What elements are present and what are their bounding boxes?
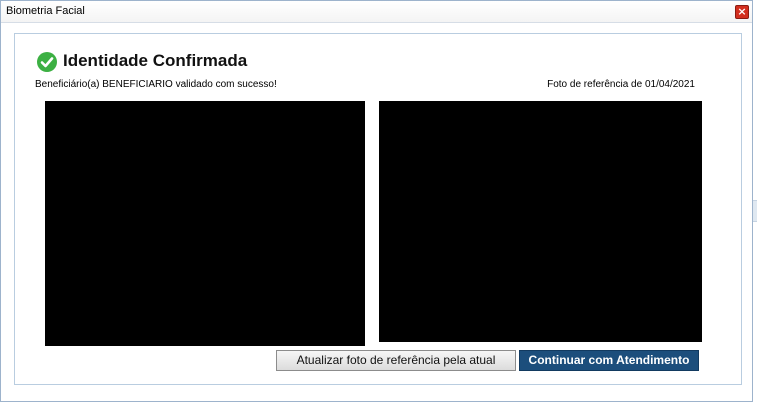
continue-button[interactable]: Continuar com Atendimento <box>519 350 699 371</box>
check-circle-icon <box>37 52 57 72</box>
reference-photo <box>379 101 702 342</box>
biometria-dialog: Biometria Facial × Identidade Confirmada… <box>0 0 753 402</box>
content-panel: Identidade Confirmada Beneficiário(a) BE… <box>14 33 742 385</box>
validation-message: Beneficiário(a) BENEFICIARIO validado co… <box>35 79 277 90</box>
dialog-title: Biometria Facial <box>6 5 85 17</box>
update-reference-photo-button[interactable]: Atualizar foto de referência pela atual <box>276 350 516 371</box>
current-photo <box>45 101 365 346</box>
dialog-titlebar[interactable]: Biometria Facial × <box>1 1 752 23</box>
reference-date-label: Foto de referência de 01/04/2021 <box>547 79 695 90</box>
status-heading: Identidade Confirmada <box>63 51 248 70</box>
close-icon[interactable]: × <box>735 5 749 19</box>
